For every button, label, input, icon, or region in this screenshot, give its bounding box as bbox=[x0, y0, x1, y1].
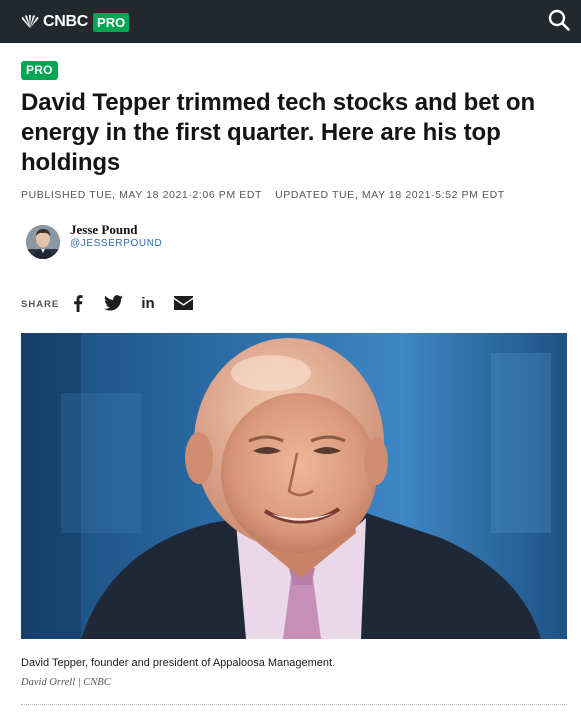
pro-badge[interactable]: PRO bbox=[21, 61, 58, 80]
article-dates: PUBLISHED TUE, MAY 18 2021·2:06 PM EDT UP… bbox=[21, 189, 505, 201]
article-hero-image[interactable] bbox=[21, 333, 567, 639]
author-name[interactable]: Jesse Pound bbox=[70, 222, 138, 238]
search-icon[interactable] bbox=[547, 8, 571, 32]
twitter-icon[interactable] bbox=[103, 294, 123, 312]
image-caption: David Tepper, founder and president of A… bbox=[21, 657, 336, 669]
logo-pro-badge: PRO bbox=[93, 12, 130, 32]
peacock-logo-icon bbox=[21, 15, 39, 28]
section-divider bbox=[21, 704, 567, 705]
author-photo-icon bbox=[26, 225, 60, 259]
cnbc-pro-logo[interactable]: CNBC PRO bbox=[20, 11, 130, 33]
author-twitter-handle[interactable]: @JESSERPOUND bbox=[70, 238, 162, 249]
published-date: PUBLISHED TUE, MAY 18 2021·2:06 PM EDT bbox=[21, 189, 263, 201]
email-icon[interactable] bbox=[173, 294, 193, 312]
share-label: SHARE bbox=[21, 299, 60, 310]
logo-text: CNBC bbox=[43, 13, 89, 30]
linkedin-icon[interactable]: in bbox=[139, 294, 157, 312]
facebook-icon[interactable] bbox=[72, 294, 84, 312]
author-avatar[interactable] bbox=[26, 225, 60, 259]
image-credit: David Orrell | CNBC bbox=[21, 677, 111, 688]
portrait-photo bbox=[21, 333, 567, 639]
updated-date: UPDATED TUE, MAY 18 2021·5:52 PM EDT bbox=[275, 189, 505, 201]
article-headline: David Tepper trimmed tech stocks and bet… bbox=[21, 89, 536, 176]
top-nav-bar: CNBC PRO bbox=[0, 0, 581, 43]
